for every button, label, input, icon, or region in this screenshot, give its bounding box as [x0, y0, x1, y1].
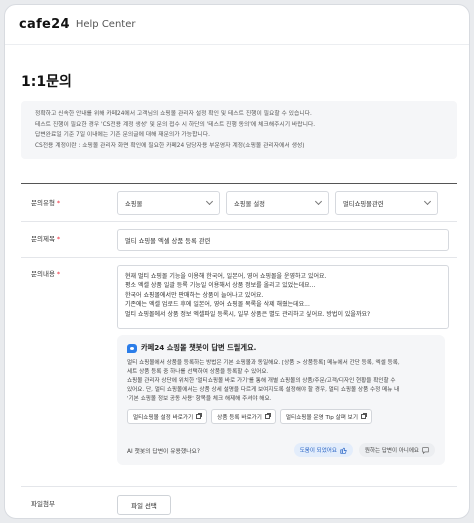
content-textarea[interactable]: 현재 멀티 쇼핑몰 기능을 이용해 한국어, 일본어, 영어 쇼핑몰을 운영하고…: [117, 265, 449, 329]
notice-box: 정확하고 신속한 안내를 위해 카페24에서 고객님의 쇼핑몰 관리자 설정 확…: [21, 101, 457, 159]
subject-label: 문의제목 *: [31, 235, 61, 243]
feedback-question: AI 챗봇의 답변이 유용했나요?: [127, 448, 200, 455]
speech-bubble-icon: [422, 446, 429, 454]
row-content: 문의내용 * 현재 멀티 쇼핑몰 기능을 이용해 한국어, 일본어, 영어 쇼핑몰…: [21, 258, 457, 487]
external-link-icon: [360, 413, 367, 419]
chatbot-answer-text: 멀티 쇼핑몰에서 상품을 등록하는 방법은 기본 쇼핑몰과 동일해요. [상품 …: [127, 360, 400, 402]
chatbot-answer-panel: 카페24 쇼핑몰 챗봇이 답변 드릴게요. 멀티 쇼핑몰에서 상품을 등록하는 …: [117, 335, 445, 465]
attachment-label: 파일첨부: [31, 500, 55, 508]
not-helpful-button[interactable]: 원하는 답변이 아니에요: [358, 443, 435, 457]
row-attachment: 파일첨부 파일 선택: [21, 487, 457, 518]
feedback-bar: AI 챗봇의 답변이 유용했나요? 도움이 되었어요 원하는 답변이 아니에요: [127, 443, 435, 457]
help-center-label: Help Center: [75, 19, 136, 30]
inquiry-form: 문의유형 * 쇼핑몰 쇼핑몰 설정 멀티쇼핑몰관련 문의제목 * 멀티 쇼핑몰 …: [21, 183, 457, 518]
chevron-down-icon: [314, 197, 323, 206]
cafe24-logo[interactable]: cafe24: [19, 17, 70, 32]
row-inquiry-type: 문의유형 * 쇼핑몰 쇼핑몰 설정 멀티쇼핑몰관련: [21, 184, 457, 222]
chatbot-icon: [127, 343, 137, 353]
external-link-icon: [264, 413, 271, 419]
chevron-down-icon: [205, 197, 214, 206]
chatbot-title: 카페24 쇼핑몰 챗봇이 답변 드릴게요.: [141, 343, 257, 352]
notice-line: 테스트 진행이 필요한 경우 'CS전용 계정 생성' 및 문의 접수 시 하단…: [35, 121, 316, 128]
file-select-button[interactable]: 파일 선택: [117, 495, 171, 515]
multi-shop-tips-link[interactable]: 멀티쇼핑몰 운영 Tip 살펴 보기: [279, 409, 372, 424]
category-select-2[interactable]: 쇼핑몰 설정: [226, 191, 329, 215]
product-register-link[interactable]: 상품 등록 바로가기: [211, 409, 276, 424]
help-center-window: cafe24 Help Center 1:1문의 정확하고 신속한 안내를 위해…: [4, 4, 470, 519]
notice-line: CS전용 계정이란 : 쇼핑몰 관리자 화면 확인에 필요한 카페24 담당자용…: [35, 142, 305, 149]
page-title: 1:1문의: [21, 74, 72, 90]
content-label: 문의내용 *: [31, 270, 61, 278]
site-header: cafe24 Help Center: [5, 5, 469, 45]
thumbs-up-icon: [340, 447, 347, 454]
category-select-1[interactable]: 쇼핑몰: [117, 191, 220, 215]
inquiry-type-label: 문의유형 *: [31, 199, 61, 207]
subject-input[interactable]: 멀티 쇼핑몰 엑셀 상품 등록 관련: [117, 229, 449, 251]
multi-shop-settings-link[interactable]: 멀티쇼핑몰 설정 바로가기: [127, 409, 208, 424]
external-link-icon: [196, 413, 203, 419]
row-subject: 문의제목 * 멀티 쇼핑몰 엑셀 상품 등록 관련: [21, 222, 457, 258]
category-select-3[interactable]: 멀티쇼핑몰관련: [335, 191, 438, 215]
chevron-down-icon: [423, 197, 432, 206]
notice-line: 답변완료일 기준 7일 이내에는 기존 문의글에 대해 재문의가 가능합니다.: [35, 132, 210, 138]
helpful-button[interactable]: 도움이 되었어요: [293, 443, 353, 457]
notice-line: 정확하고 신속한 안내를 위해 카페24에서 고객님의 쇼핑몰 관리자 설정 확…: [35, 111, 312, 117]
